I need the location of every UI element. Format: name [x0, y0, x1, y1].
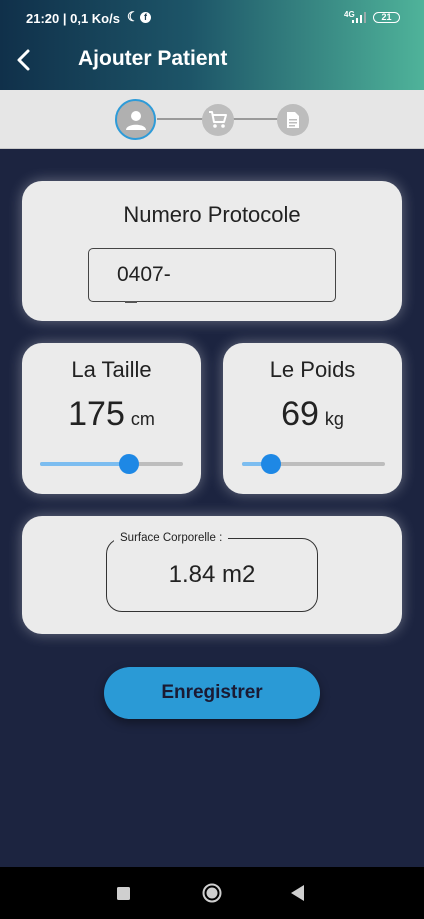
surface-card: 1.84 m2 Surface Corporelle :	[22, 516, 402, 634]
back-button[interactable]	[12, 46, 38, 74]
step-connector	[232, 118, 280, 120]
text-cursor	[125, 301, 137, 303]
height-unit: cm	[130, 409, 155, 429]
weight-value-row: 69 kg	[223, 395, 402, 434]
step-patient[interactable]	[115, 99, 156, 140]
height-title: La Taille	[71, 357, 152, 382]
slider-fill	[40, 462, 129, 466]
home-circle-icon[interactable]	[202, 883, 222, 903]
weight-slider[interactable]	[242, 453, 385, 475]
top-bar: 21:20 | 0,1 Ko/s ☾ f 4G 21 Ajouter Patie…	[0, 0, 424, 90]
step-document[interactable]	[277, 104, 309, 136]
surface-label: Surface Corporelle :	[114, 532, 229, 544]
weight-unit: kg	[324, 409, 344, 429]
surface-box: 1.84 m2	[106, 538, 318, 612]
signal-icon	[352, 12, 366, 23]
step-connector	[157, 118, 205, 120]
arrow-back-icon	[17, 49, 30, 71]
step-cart[interactable]	[202, 104, 234, 136]
system-nav-bar	[0, 867, 424, 919]
weight-title: Le Poids	[269, 357, 356, 382]
status-bar: 21:20 | 0,1 Ko/s ☾ f 4G 21	[0, 0, 424, 34]
protocol-title: Numero Protocole	[123, 202, 301, 227]
height-card: La Taille 175 cm	[22, 343, 201, 494]
stepper	[0, 90, 424, 149]
screen: 21:20 | 0,1 Ko/s ☾ f 4G 21 Ajouter Patie…	[0, 0, 424, 919]
status-time: 21:20 | 0,1 Ko/s	[26, 11, 120, 26]
weight-card: Le Poids 69 kg	[223, 343, 402, 494]
person-icon	[125, 110, 146, 130]
save-button[interactable]: Enregistrer	[104, 667, 320, 719]
protocol-card: Numero Protocole 0407-	[22, 181, 402, 321]
document-icon	[287, 112, 299, 128]
back-triangle-icon[interactable]	[291, 885, 305, 901]
moon-icon: ☾	[127, 9, 139, 24]
height-slider[interactable]	[40, 453, 183, 475]
height-value: 175	[68, 395, 125, 433]
recents-square-icon[interactable]	[117, 887, 130, 900]
weight-value: 69	[281, 395, 319, 433]
protocol-input[interactable]: 0407-	[88, 248, 336, 302]
slider-thumb[interactable]	[118, 454, 139, 474]
slider-thumb[interactable]	[260, 454, 281, 474]
page-title: Ajouter Patient	[78, 47, 228, 70]
battery-icon: 21	[373, 12, 400, 23]
height-value-row: 175 cm	[22, 395, 201, 434]
facebook-icon: f	[140, 12, 151, 23]
surface-value: 1.84 m2	[168, 561, 256, 588]
cart-icon	[209, 111, 227, 128]
